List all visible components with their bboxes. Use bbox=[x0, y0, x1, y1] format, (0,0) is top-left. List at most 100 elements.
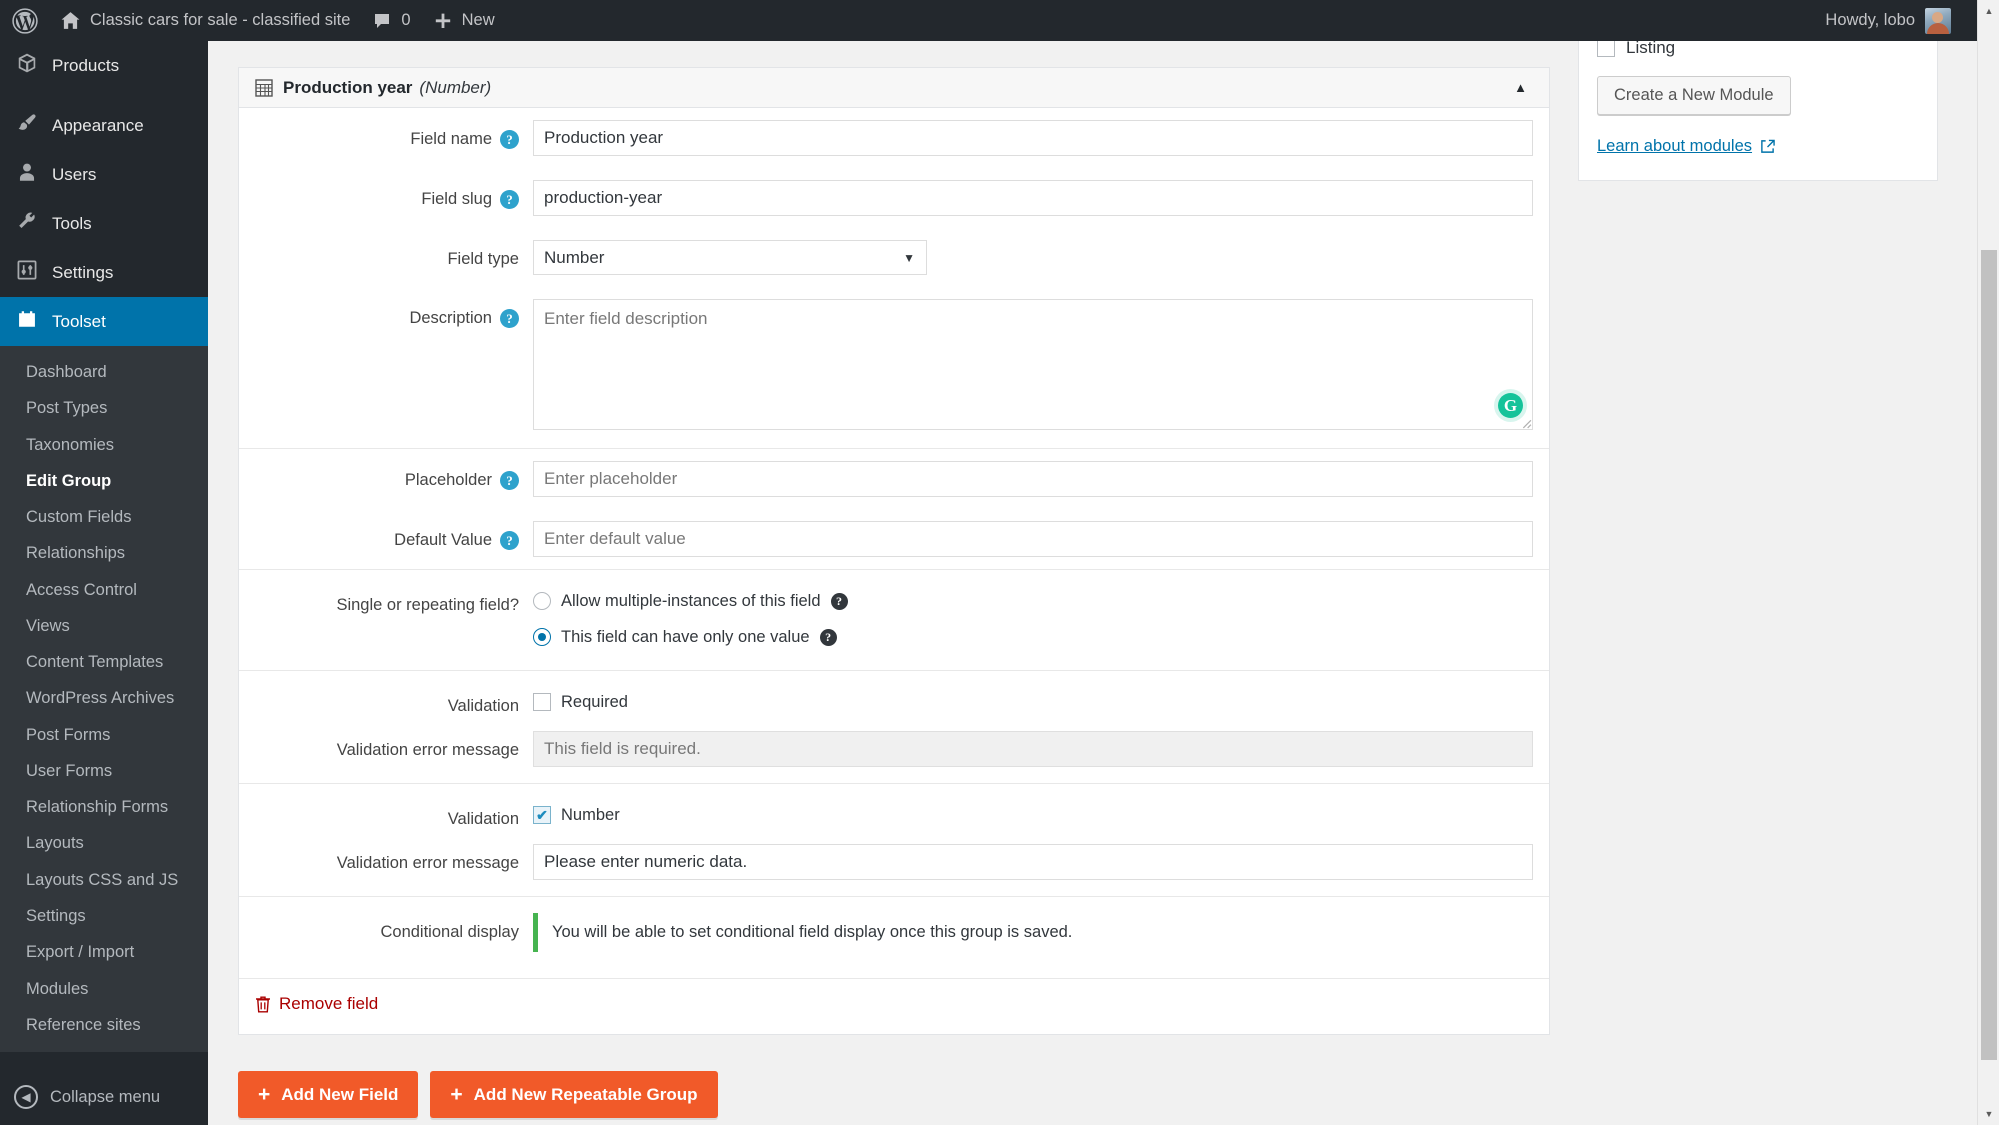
placeholder-label: Placeholder bbox=[404, 471, 492, 489]
number-checkbox[interactable]: ✔ bbox=[533, 806, 551, 824]
add-new-field-button[interactable]: + Add New Field bbox=[238, 1071, 419, 1118]
default-value-label-wrap: Default Value ? bbox=[255, 521, 533, 553]
sidebar-subitem-access-control[interactable]: Access Control bbox=[0, 572, 208, 608]
sidebar-subitem-relationship-forms[interactable]: Relationship Forms bbox=[0, 789, 208, 825]
radio-single-value[interactable] bbox=[533, 628, 551, 646]
learn-about-modules-link[interactable]: Learn about modules bbox=[1597, 137, 1775, 156]
page-scrollbar[interactable]: ▲ ▼ bbox=[1977, 0, 1999, 1125]
sidebar-subitem-content-templates[interactable]: Content Templates bbox=[0, 644, 208, 680]
field-panel-header[interactable]: Production year (Number) ▲ bbox=[239, 68, 1549, 108]
repeating-option-multiple[interactable]: Allow multiple-instances of this field ? bbox=[533, 586, 1533, 616]
bottom-action-buttons: + Add New Field + Add New Repeatable Gro… bbox=[238, 1071, 718, 1118]
number-field-grid-icon bbox=[255, 78, 273, 97]
sidebar-subitem-layouts[interactable]: Layouts bbox=[0, 825, 208, 861]
radio-single-value-label: This field can have only one value bbox=[561, 627, 810, 646]
field-name-label: Field name bbox=[410, 130, 492, 148]
sidebar-item-appearance[interactable]: Appearance bbox=[0, 101, 208, 150]
modules-sidebox: Listing Create a New Module Learn about … bbox=[1578, 41, 1938, 181]
help-icon[interactable]: ? bbox=[500, 309, 519, 328]
textarea-resize-handle[interactable] bbox=[1519, 416, 1532, 429]
required-message-input[interactable] bbox=[533, 731, 1533, 767]
sidebar-subitem-taxonomies[interactable]: Taxonomies bbox=[0, 427, 208, 463]
field-type-row: Field type Number ▼ bbox=[239, 228, 1549, 287]
products-box-icon bbox=[14, 52, 40, 79]
sidebar-subitem-modules[interactable]: Modules bbox=[0, 971, 208, 1007]
sidebar-item-tools[interactable]: Tools bbox=[0, 199, 208, 248]
collapse-menu-button[interactable]: ◀ Collapse menu bbox=[0, 1071, 208, 1125]
help-icon[interactable]: ? bbox=[500, 471, 519, 490]
sidebar-item-label: Users bbox=[52, 164, 97, 184]
help-icon[interactable]: ? bbox=[500, 130, 519, 149]
sidebar-subitem-relationships[interactable]: Relationships bbox=[0, 535, 208, 571]
remove-field-label: Remove field bbox=[279, 994, 379, 1013]
number-message-label-wrap: Validation error message bbox=[255, 844, 533, 876]
sidebar-item-settings[interactable]: Settings bbox=[0, 248, 208, 297]
validation-required-row: Validation Required bbox=[239, 670, 1549, 725]
sidebar-subitem-wordpress-archives[interactable]: WordPress Archives bbox=[0, 680, 208, 716]
field-name-input[interactable] bbox=[533, 120, 1533, 156]
sidebar-subitem-post-types[interactable]: Post Types bbox=[0, 390, 208, 426]
field-slug-input[interactable] bbox=[533, 180, 1533, 216]
repeating-option-single[interactable]: This field can have only one value ? bbox=[533, 622, 1533, 652]
avatar bbox=[1925, 7, 1951, 34]
learn-about-modules-label: Learn about modules bbox=[1597, 137, 1753, 155]
chevron-up-icon[interactable]: ▲ bbox=[1508, 76, 1533, 99]
number-message-input[interactable] bbox=[533, 844, 1533, 880]
field-type-label: Field type bbox=[447, 250, 519, 268]
validation-number-message-row: Validation error message bbox=[239, 838, 1549, 896]
sidebar-item-users[interactable]: Users bbox=[0, 150, 208, 199]
scrollbar-thumb[interactable] bbox=[1981, 250, 1997, 1060]
grammarly-icon[interactable]: G bbox=[1498, 393, 1523, 418]
required-checkbox-row[interactable]: Required bbox=[533, 687, 1533, 717]
listing-checkbox[interactable] bbox=[1597, 41, 1615, 57]
sidebar-subitem-views[interactable]: Views bbox=[0, 608, 208, 644]
help-icon[interactable]: ? bbox=[500, 531, 519, 550]
account-menu[interactable]: Howdy, lobo bbox=[1825, 7, 1999, 34]
help-icon-dark[interactable]: ? bbox=[830, 592, 848, 610]
validation-required-label-wrap: Validation bbox=[255, 687, 533, 719]
help-icon[interactable]: ? bbox=[500, 190, 519, 209]
remove-field-button[interactable]: Remove field bbox=[255, 994, 378, 1014]
sidebar-subitem-reference-sites[interactable]: Reference sites bbox=[0, 1007, 208, 1043]
wordpress-logo-button[interactable] bbox=[0, 0, 49, 41]
sidebar-subitem-user-forms[interactable]: User Forms bbox=[0, 753, 208, 789]
paintbrush-icon bbox=[14, 112, 40, 139]
add-new-field-label: Add New Field bbox=[281, 1084, 399, 1104]
add-new-repeatable-group-button[interactable]: + Add New Repeatable Group bbox=[430, 1071, 718, 1118]
scroll-down-arrow-icon[interactable]: ▼ bbox=[1978, 1103, 1999, 1125]
number-checkbox-row[interactable]: ✔ Number bbox=[533, 800, 1533, 830]
sidebar-subitem-settings[interactable]: Settings bbox=[0, 898, 208, 934]
sidebar-subitem-post-forms[interactable]: Post Forms bbox=[0, 717, 208, 753]
comments-link[interactable]: 0 bbox=[361, 0, 421, 41]
placeholder-input[interactable] bbox=[533, 461, 1533, 497]
help-icon-dark[interactable]: ? bbox=[819, 628, 837, 646]
required-message-label-wrap: Validation error message bbox=[255, 731, 533, 763]
validation-number-label-wrap: Validation bbox=[255, 800, 533, 832]
main-content: Listing Create a New Module Learn about … bbox=[208, 41, 1955, 1125]
required-checkbox[interactable] bbox=[533, 693, 551, 711]
sidebar-subitem-dashboard[interactable]: Dashboard bbox=[0, 354, 208, 390]
toolset-submenu: Dashboard Post Types Taxonomies Edit Gro… bbox=[0, 346, 208, 1053]
admin-sidebar: Products Appearance Users Tools Settings… bbox=[0, 41, 208, 1125]
sidebar-subitem-edit-group[interactable]: Edit Group bbox=[0, 463, 208, 499]
sidebar-subitem-layouts-css-and-js[interactable]: Layouts CSS and JS bbox=[0, 862, 208, 898]
default-value-input[interactable] bbox=[533, 521, 1533, 557]
field-slug-label-wrap: Field slug ? bbox=[255, 180, 533, 212]
scroll-up-arrow-icon[interactable]: ▲ bbox=[1978, 0, 1999, 22]
description-row: Description ? G bbox=[239, 287, 1549, 448]
description-textarea[interactable] bbox=[533, 299, 1533, 430]
sidebar-subitem-export-import[interactable]: Export / Import bbox=[0, 934, 208, 970]
listing-checkbox-row[interactable]: Listing bbox=[1597, 41, 1919, 58]
conditional-display-label: Conditional display bbox=[380, 923, 519, 941]
new-content-link[interactable]: New bbox=[422, 0, 506, 41]
field-type-select[interactable]: Number bbox=[533, 240, 927, 275]
site-name-link[interactable]: Classic cars for sale - classified site bbox=[49, 0, 361, 41]
sidebar-item-products[interactable]: Products bbox=[0, 41, 208, 90]
create-new-module-button[interactable]: Create a New Module bbox=[1597, 76, 1791, 115]
radio-allow-multiple-label: Allow multiple-instances of this field bbox=[561, 591, 821, 610]
sidebar-subitem-custom-fields[interactable]: Custom Fields bbox=[0, 499, 208, 535]
conditional-display-label-wrap: Conditional display bbox=[255, 913, 533, 945]
field-slug-row: Field slug ? bbox=[239, 168, 1549, 228]
radio-allow-multiple[interactable] bbox=[533, 592, 551, 610]
sidebar-item-toolset[interactable]: Toolset bbox=[0, 297, 208, 346]
